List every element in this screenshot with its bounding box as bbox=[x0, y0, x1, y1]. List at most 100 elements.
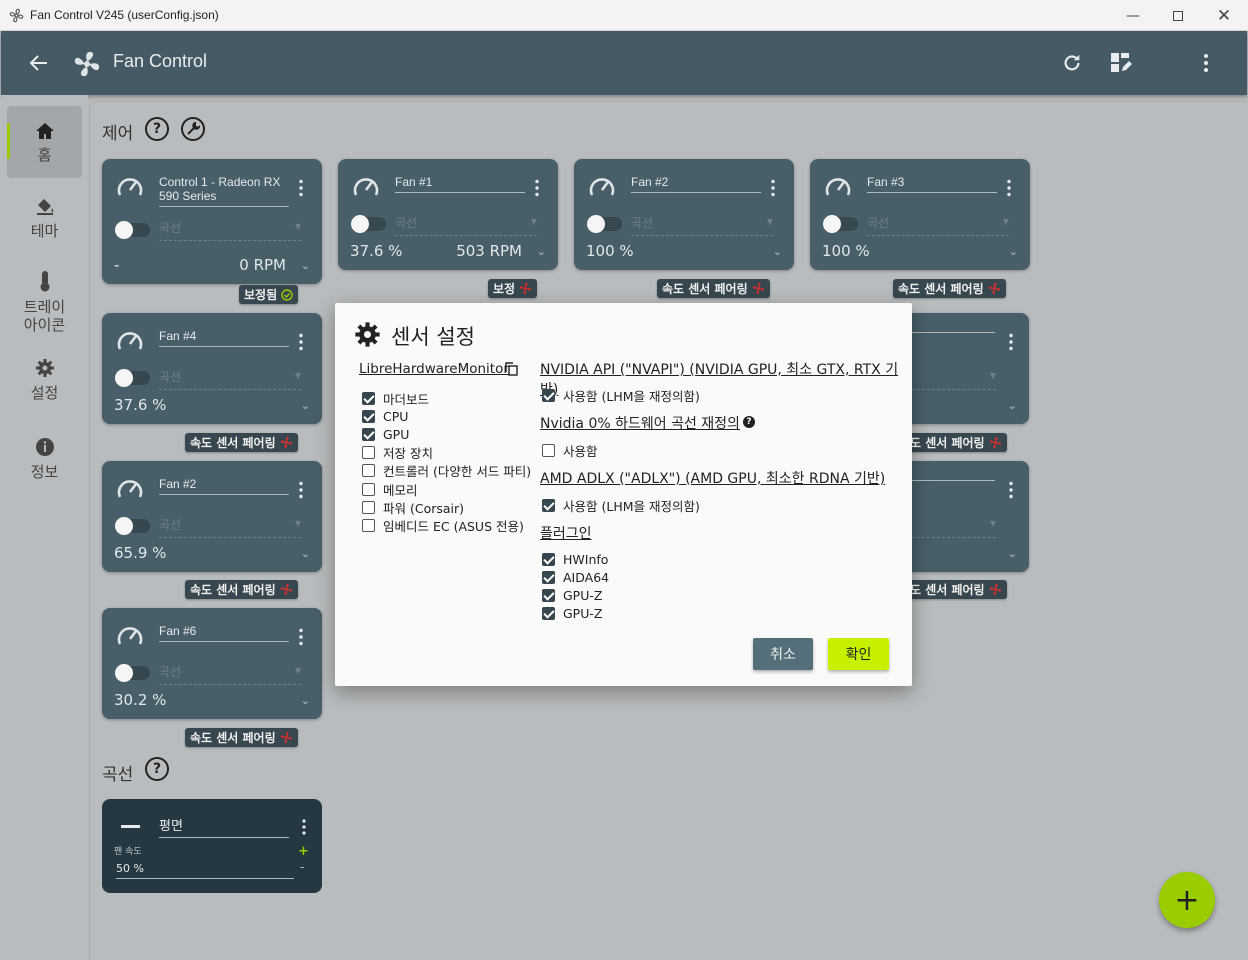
nvidia-zero-checkbox[interactable] bbox=[542, 443, 555, 457]
expand-chevron-icon[interactable]: ⌄ bbox=[1009, 245, 1018, 258]
enable-toggle[interactable] bbox=[115, 221, 150, 239]
plugin-checkbox[interactable] bbox=[542, 606, 555, 620]
plugin-row[interactable]: GPU-Z bbox=[542, 586, 602, 604]
lhm-sensor-row[interactable]: 임베디드 EC (ASUS 전용) bbox=[362, 516, 524, 534]
more-vert-icon[interactable] bbox=[298, 333, 304, 351]
fan-control-card[interactable]: Fan #3 곡선 ▼ 100 % ⌄ bbox=[810, 159, 1030, 270]
more-vert-icon[interactable] bbox=[298, 179, 304, 197]
curve-select[interactable]: 곡선▼ bbox=[159, 516, 301, 538]
control-name[interactable]: Fan #2 bbox=[159, 477, 289, 495]
help-icon[interactable]: ? bbox=[743, 416, 755, 428]
tune-wizard-button[interactable] bbox=[181, 117, 205, 141]
sidebar-item-settings[interactable]: 설정 bbox=[7, 358, 82, 408]
fan-control-card[interactable]: Fan #4 곡선 ▼ 37.6 % ⌄ bbox=[102, 313, 322, 424]
plugin-checkbox[interactable] bbox=[542, 570, 555, 584]
lhm-sensor-checkbox[interactable] bbox=[362, 446, 375, 460]
decrement-button[interactable]: - bbox=[300, 860, 304, 874]
more-vert-icon[interactable] bbox=[298, 628, 304, 646]
maximize-button[interactable] bbox=[1155, 0, 1201, 31]
fan-control-card[interactable]: Fan #2 곡선 ▼ 65.9 % ⌄ bbox=[102, 461, 322, 572]
more-vert-icon[interactable] bbox=[534, 179, 540, 197]
fan-speed-input[interactable]: 50 % bbox=[116, 862, 294, 879]
add-fab-button[interactable]: + bbox=[1159, 872, 1215, 928]
expand-chevron-icon[interactable]: ⌄ bbox=[773, 245, 782, 258]
lhm-link[interactable]: LibreHardwareMonitor bbox=[359, 361, 509, 377]
curve-select[interactable]: 곡선▼ bbox=[901, 516, 996, 538]
pairing-badge[interactable]: 속도 센서 페어링 bbox=[893, 279, 1006, 298]
expand-chevron-icon[interactable]: ⌄ bbox=[537, 245, 546, 258]
pairing-badge[interactable]: 보정됨 bbox=[239, 285, 299, 304]
sidebar-item-home[interactable]: 홈 bbox=[7, 106, 82, 178]
lhm-sensor-checkbox[interactable] bbox=[362, 427, 375, 441]
expand-chevron-icon[interactable]: ⌄ bbox=[301, 694, 310, 707]
plugin-row[interactable]: HWInfo bbox=[542, 550, 608, 568]
pairing-badge[interactable]: 도 센서 페어링 bbox=[905, 433, 1007, 452]
lhm-sensor-row[interactable]: CPU bbox=[362, 407, 408, 425]
control-name[interactable] bbox=[901, 329, 995, 333]
lhm-sensor-checkbox[interactable] bbox=[362, 482, 375, 496]
more-vert-icon[interactable] bbox=[1008, 481, 1014, 499]
cancel-button[interactable]: 취소 bbox=[753, 638, 813, 670]
curve-select[interactable]: 곡선▼ bbox=[159, 368, 301, 390]
nvidia-zero-enable-row[interactable]: 사용함 bbox=[542, 441, 598, 459]
nvapi-checkbox[interactable] bbox=[542, 388, 555, 402]
sidebar-item-tray-icon[interactable]: 트레이 아이콘 bbox=[7, 270, 82, 334]
expand-chevron-icon[interactable]: ⌄ bbox=[301, 547, 310, 560]
enable-toggle[interactable] bbox=[351, 215, 386, 233]
more-vert-icon[interactable] bbox=[1203, 53, 1209, 73]
curve-select[interactable]: 곡선▼ bbox=[159, 663, 301, 685]
lhm-sensor-checkbox[interactable] bbox=[362, 518, 375, 532]
control-name[interactable]: Fan #6 bbox=[159, 624, 289, 642]
expand-chevron-icon[interactable]: ⌄ bbox=[1008, 399, 1017, 412]
pairing-badge[interactable]: 속도 센서 페어링 bbox=[185, 433, 298, 452]
more-vert-icon[interactable] bbox=[770, 179, 776, 197]
pairing-badge[interactable]: 속도 센서 페어링 bbox=[185, 580, 298, 599]
enable-toggle[interactable] bbox=[115, 517, 150, 535]
adlx-checkbox[interactable] bbox=[542, 498, 555, 512]
refresh-icon[interactable] bbox=[1061, 52, 1083, 74]
curve-select[interactable]: 곡선▼ bbox=[159, 219, 301, 241]
enable-toggle[interactable] bbox=[587, 215, 622, 233]
pairing-badge[interactable]: 보정 bbox=[488, 279, 538, 298]
curve-name[interactable]: 평면 bbox=[159, 815, 289, 838]
curve-card-flat[interactable]: 평면 팬 속도 + 50 % - bbox=[102, 799, 322, 893]
enable-toggle[interactable] bbox=[115, 664, 150, 682]
more-vert-icon[interactable] bbox=[1008, 333, 1014, 351]
back-arrow-icon[interactable] bbox=[29, 53, 49, 73]
lhm-sensor-row[interactable]: 컨트롤러 (다양한 서드 파티) bbox=[362, 462, 531, 480]
nvidia-zero-link[interactable]: Nvidia 0% 하드웨어 곡선 재정의 bbox=[540, 413, 740, 433]
expand-chevron-icon[interactable]: ⌄ bbox=[1008, 547, 1017, 560]
plugin-row[interactable]: AIDA64 bbox=[542, 568, 609, 586]
lhm-sensor-row[interactable]: 메모리 bbox=[362, 480, 418, 498]
increment-button[interactable]: + bbox=[298, 844, 309, 859]
pairing-badge[interactable]: 도 센서 페어링 bbox=[905, 580, 1007, 599]
enable-toggle[interactable] bbox=[115, 369, 150, 387]
curve-select[interactable]: 곡선▼ bbox=[395, 214, 537, 236]
plugin-checkbox[interactable] bbox=[542, 552, 555, 566]
layout-edit-icon[interactable] bbox=[1109, 51, 1133, 75]
ok-button[interactable]: 확인 bbox=[828, 638, 889, 670]
adlx-enable-row[interactable]: 사용함 (LHM을 재정의함) bbox=[542, 496, 700, 514]
control-name[interactable]: Fan #2 bbox=[631, 175, 761, 193]
lhm-sensor-row[interactable]: 저장 장치 bbox=[362, 444, 433, 462]
lhm-sensor-row[interactable]: 마더보드 bbox=[362, 389, 429, 407]
pairing-badge[interactable]: 속도 센서 페어링 bbox=[185, 728, 298, 747]
close-button[interactable]: ✕ bbox=[1201, 0, 1247, 31]
curve-select[interactable]: 곡선▼ bbox=[901, 368, 996, 390]
adlx-link[interactable]: AMD ADLX ("ADLX") (AMD GPU, 최소한 RDNA 기반) bbox=[540, 468, 885, 488]
fan-control-card[interactable]: Control 1 - Radeon RX 590 Series 곡선 ▼ - 0 RP… bbox=[102, 159, 322, 284]
expand-chevron-icon[interactable]: ⌄ bbox=[301, 399, 310, 412]
pairing-badge[interactable]: 속도 센서 페어링 bbox=[657, 279, 770, 298]
control-name[interactable]: Control 1 - Radeon RX 590 Series bbox=[159, 175, 289, 207]
fan-control-card[interactable]: Fan #6 곡선 ▼ 30.2 % ⌄ bbox=[102, 608, 322, 719]
curves-help-button[interactable]: ? bbox=[145, 757, 169, 781]
plugin-row[interactable]: GPU-Z bbox=[542, 604, 602, 622]
control-name[interactable]: Fan #1 bbox=[395, 175, 525, 193]
help-button[interactable]: ? bbox=[145, 117, 169, 141]
more-vert-icon[interactable] bbox=[301, 819, 307, 835]
more-vert-icon[interactable] bbox=[1006, 179, 1012, 197]
lhm-sensor-checkbox[interactable] bbox=[362, 464, 375, 478]
control-name[interactable]: Fan #4 bbox=[159, 329, 289, 347]
lhm-sensor-checkbox[interactable] bbox=[362, 391, 375, 405]
lhm-sensor-row[interactable]: 파워 (Corsair) bbox=[362, 498, 464, 516]
